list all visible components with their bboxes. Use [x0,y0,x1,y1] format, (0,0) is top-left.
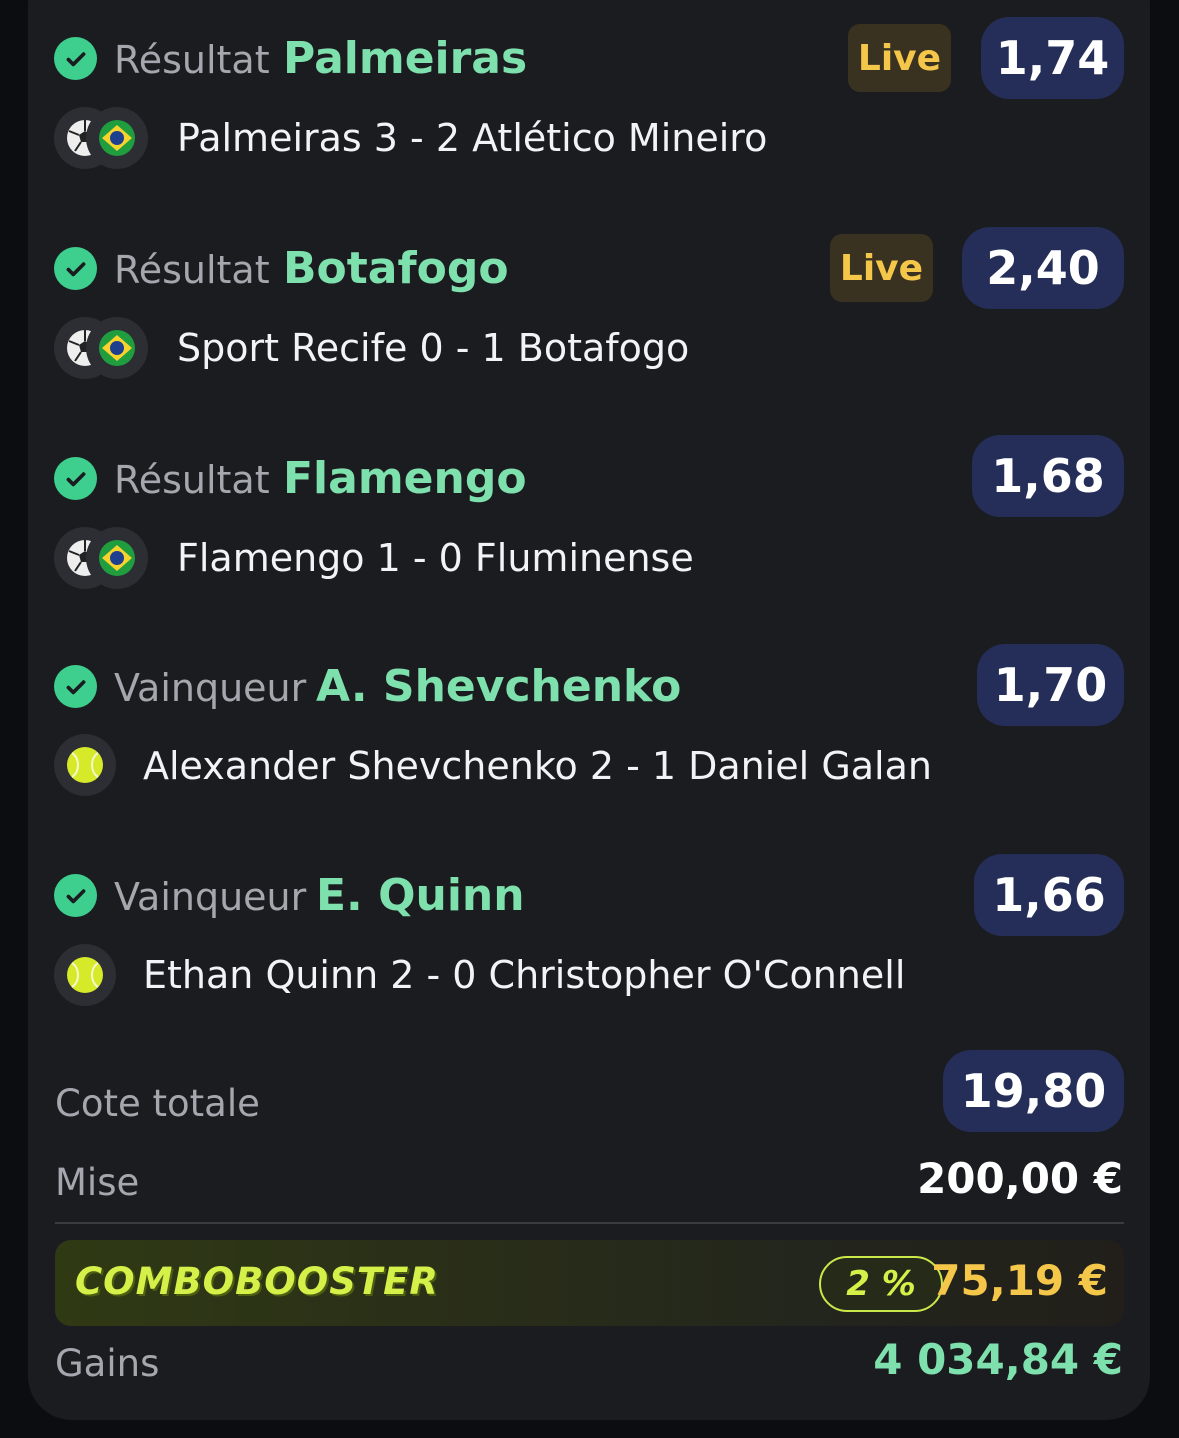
gains-value: 4 034,84 € [873,1335,1123,1384]
combo-booster-banner: COMBOBOOSTER 2 % 75,19 € [55,1240,1124,1326]
event-score: Palmeiras 3 - 2 Atlético Mineiro [177,116,768,160]
combo-booster-logo: COMBOBOOSTER [75,1260,439,1303]
pick-label: E. Quinn [316,870,525,921]
check-circle-icon [54,874,97,917]
check-circle-icon [54,37,97,80]
selection-row[interactable]: Résultat Botafogo Live 2,40 Sport Recife… [0,210,1179,420]
market-label: Résultat [114,248,270,292]
odds-button[interactable]: 1,70 [977,644,1124,726]
pick-label: Flamengo [283,453,527,504]
market-label: Vainqueur [114,666,307,710]
divider [55,1222,1124,1224]
check-circle-icon [54,665,97,708]
gains-label: Gains [55,1342,160,1385]
live-badge: Live [830,234,933,302]
total-odds-badge: 19,80 [943,1050,1124,1132]
booster-amount: 75,19 € [931,1256,1108,1305]
odds-button[interactable]: 1,66 [974,854,1124,936]
selection-row[interactable]: Vainqueur E. Quinn 1,66 Ethan Quinn 2 - … [0,840,1179,1050]
pick-label: Botafogo [283,243,509,294]
market-label: Résultat [114,458,270,502]
selection-row[interactable]: Résultat Palmeiras Live 1,74 Palmeiras 3… [0,0,1179,210]
total-odds-label: Cote totale [55,1082,260,1125]
live-badge: Live [848,24,951,92]
stake-label: Mise [55,1161,140,1204]
odds-button[interactable]: 1,68 [972,435,1124,517]
odds-button[interactable]: 1,74 [981,17,1124,99]
brazil-flag-icon [86,317,148,379]
check-circle-icon [54,457,97,500]
tennis-ball-icon [54,944,116,1006]
stake-value[interactable]: 200,00 € [917,1154,1123,1203]
event-score: Flamengo 1 - 0 Fluminense [177,536,694,580]
market-label: Vainqueur [114,875,307,919]
brazil-flag-icon [86,107,148,169]
selection-row[interactable]: Vainqueur A. Shevchenko 1,70 Alexander S… [0,630,1179,840]
event-score: Sport Recife 0 - 1 Botafogo [177,326,690,370]
event-score: Ethan Quinn 2 - 0 Christopher O'Connell [143,953,906,997]
odds-button[interactable]: 2,40 [962,227,1124,309]
event-score: Alexander Shevchenko 2 - 1 Daniel Galan [143,744,932,788]
tennis-ball-icon [54,734,116,796]
market-label: Résultat [114,38,270,82]
pick-label: Palmeiras [283,33,528,84]
selection-row[interactable]: Résultat Flamengo 1,68 Flamengo 1 - 0 Fl… [0,420,1179,630]
brazil-flag-icon [86,527,148,589]
pick-label: A. Shevchenko [316,661,682,712]
booster-percent-badge: 2 % [819,1256,943,1312]
check-circle-icon [54,247,97,290]
